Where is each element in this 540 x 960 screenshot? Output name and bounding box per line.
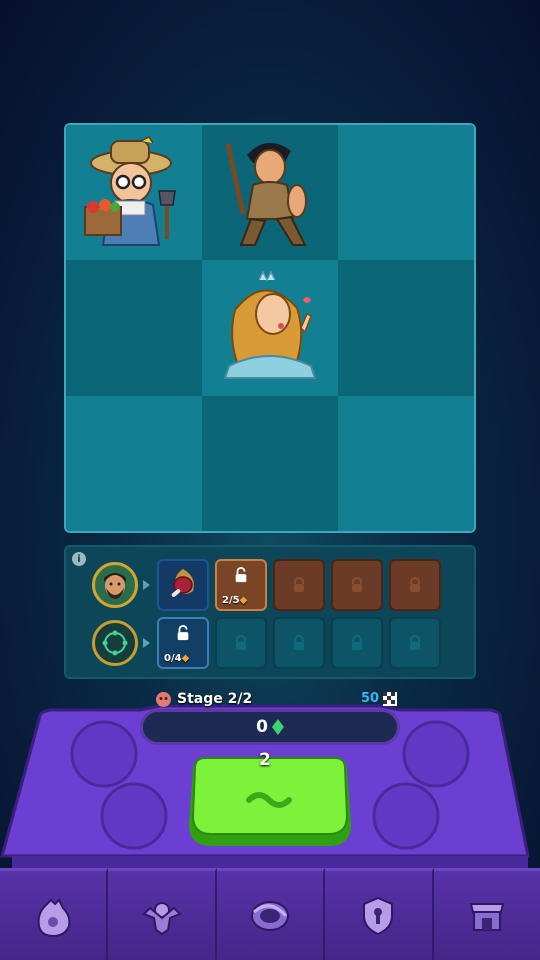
unlock-icon (177, 625, 189, 641)
lock-icon (294, 577, 304, 592)
warrior-hero[interactable] (215, 135, 325, 250)
lock-icon (294, 635, 304, 650)
board-cell-8[interactable] (202, 395, 338, 531)
nav-shield[interactable] (325, 868, 434, 960)
stage-indicator: Stage 2/2 (156, 691, 252, 707)
unlock-counter: 2/5◆ (222, 595, 248, 606)
lock-icon (352, 577, 362, 592)
hero-avatar[interactable] (92, 562, 138, 608)
skull-icon (156, 691, 171, 707)
board-cell-4[interactable] (66, 260, 202, 396)
board-cell-1[interactable] (66, 125, 202, 261)
board-cell-3[interactable] (338, 125, 474, 261)
hero-board (64, 123, 476, 533)
lock-icon (352, 635, 362, 650)
roll-cost: 2 (259, 750, 271, 770)
waves-value: 50 (361, 691, 380, 706)
unlock-slot-skill[interactable]: 0/4◆ (157, 617, 209, 669)
locked-slot[interactable] (273, 559, 325, 611)
bag-icon (37, 897, 71, 937)
shop-icon (469, 902, 505, 931)
bottom-nav (0, 868, 540, 960)
board-cell-9[interactable] (338, 395, 474, 531)
info-icon[interactable]: i (72, 552, 86, 566)
board-cell-6[interactable] (338, 260, 474, 396)
unlock-counter: 0/4◆ (164, 653, 190, 664)
board-cell-5[interactable] (202, 260, 338, 396)
shield-key-icon (363, 896, 394, 935)
princess-hero[interactable] (215, 270, 325, 385)
checkered-flag-icon (383, 691, 398, 706)
unlock-slot-hero[interactable]: 2/5◆ (215, 559, 267, 611)
stage-label: Stage 2/2 (177, 691, 253, 707)
bearded-hero-icon (104, 573, 126, 599)
row-arrow (143, 638, 150, 648)
crosshair-skill-icon (102, 630, 128, 656)
lock-icon (410, 577, 420, 592)
lock-icon (410, 635, 420, 650)
locked-slot[interactable] (215, 617, 267, 669)
resource-bar: 0 (140, 709, 400, 745)
upgrade-slots-panel: i 2/5◆ 0/4◆ (64, 545, 476, 679)
nav-shop[interactable] (433, 868, 540, 960)
hero-upgrade-row: 2/5◆ (92, 559, 447, 611)
unlock-icon (235, 567, 247, 583)
nav-bag[interactable] (0, 868, 109, 960)
portal-icon (251, 900, 290, 931)
locked-slot[interactable] (331, 617, 383, 669)
resource-value: 0 (256, 717, 268, 737)
meat-item-slot[interactable] (157, 559, 209, 611)
skill-upgrade-row: 0/4◆ (92, 617, 447, 669)
board-cell-2[interactable] (202, 125, 338, 261)
nav-heroes[interactable] (108, 868, 217, 960)
lock-icon (236, 635, 246, 650)
locked-slot[interactable] (331, 559, 383, 611)
board-cell-7[interactable] (66, 395, 202, 531)
green-gem-icon (271, 719, 284, 735)
locked-slot[interactable] (389, 617, 441, 669)
row-arrow (143, 580, 150, 590)
locked-slot[interactable] (273, 617, 325, 669)
heroes-icon (141, 901, 182, 935)
farmer-hero[interactable] (79, 135, 189, 250)
meat-icon (171, 569, 194, 597)
locked-slot[interactable] (389, 559, 441, 611)
waves-indicator: 50 (361, 691, 398, 706)
nav-portal[interactable] (216, 868, 326, 960)
skill-avatar[interactable] (92, 620, 138, 666)
